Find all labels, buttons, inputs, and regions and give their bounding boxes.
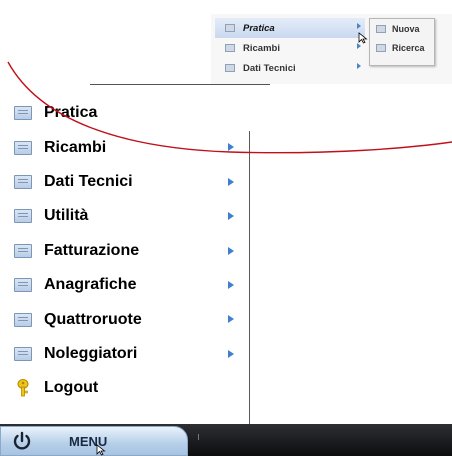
menu-item-dati-tecnici[interactable]: Dati Tecnici xyxy=(0,165,250,199)
chevron-right-icon xyxy=(357,23,361,29)
chevron-right-icon xyxy=(228,246,234,255)
inset-menu: Pratica Ricambi Dati Tecnici xyxy=(215,18,368,78)
mouse-cursor-icon xyxy=(358,32,368,44)
menu-item-icon xyxy=(225,24,235,32)
inset-item-label: Ricambi xyxy=(243,42,280,54)
inset-submenu-label: Ricerca xyxy=(392,42,425,53)
inset-item-label: Dati Tecnici xyxy=(243,62,296,74)
chevron-right-icon xyxy=(228,177,234,186)
menu-item-label: Noleggiatori xyxy=(44,344,138,362)
menu-item-logout[interactable]: Logout xyxy=(0,371,250,405)
menu-item-noleggiatori[interactable]: Noleggiatori xyxy=(0,337,250,371)
taskbar-separator xyxy=(198,434,199,440)
inset-divider xyxy=(90,84,270,85)
menu-item-label: Dati Tecnici xyxy=(44,172,133,190)
menu-item-utilita[interactable]: Utilità xyxy=(0,199,250,233)
chevron-right-icon xyxy=(228,315,234,324)
key-icon xyxy=(17,379,29,397)
menu-item-fatturazione[interactable]: Fatturazione xyxy=(0,234,250,268)
chevron-right-icon xyxy=(228,349,234,358)
inset-submenu-item-nuova[interactable]: Nuova xyxy=(370,19,434,38)
chevron-right-icon xyxy=(228,212,234,221)
inset-submenu: Nuova Ricerca xyxy=(369,18,435,66)
chevron-right-icon xyxy=(228,280,234,289)
menu-item-ricambi[interactable]: Ricambi xyxy=(0,130,250,164)
inset-item-label: Pratica xyxy=(243,22,275,34)
menu-item-icon xyxy=(14,174,32,189)
inset-item-dati-tecnici[interactable]: Dati Tecnici xyxy=(215,58,365,78)
menu-item-label: Fatturazione xyxy=(44,241,140,259)
menu-item-label: Utilità xyxy=(44,207,89,225)
menu-item-icon xyxy=(225,64,235,72)
menu-item-anagrafiche[interactable]: Anagrafiche xyxy=(0,268,250,302)
menu-item-pratica[interactable]: Pratica xyxy=(0,96,250,130)
menu-item-label: Anagrafiche xyxy=(44,276,137,294)
menu-item-icon xyxy=(14,278,32,293)
menu-item-label: Logout xyxy=(44,379,99,397)
power-icon xyxy=(13,431,31,450)
menu-item-icon xyxy=(14,243,32,258)
taskbar: MENU xyxy=(0,424,452,456)
menu-item-icon xyxy=(225,44,235,52)
mouse-cursor-icon xyxy=(96,444,106,456)
menu-item-icon xyxy=(376,24,386,33)
start-menu: Pratica Ricambi Dati Tecnici Utilità Fat… xyxy=(0,96,250,406)
menu-item-icon xyxy=(376,43,386,52)
inset-submenu-label: Nuova xyxy=(392,23,420,34)
zoom-inset: Pratica Ricambi Dati Tecnici Nuova Ricer… xyxy=(211,14,452,84)
inset-submenu-item-ricerca[interactable]: Ricerca xyxy=(370,38,434,57)
chevron-right-icon xyxy=(357,63,361,69)
inset-item-pratica[interactable]: Pratica xyxy=(215,18,365,38)
inset-item-ricambi[interactable]: Ricambi xyxy=(215,38,365,58)
menu-item-label: Ricambi xyxy=(44,138,107,156)
menu-item-label: Pratica xyxy=(44,104,98,122)
menu-item-icon xyxy=(14,140,32,155)
menu-item-quattroruote[interactable]: Quattroruote xyxy=(0,302,250,336)
menu-divider xyxy=(249,131,250,425)
menu-item-icon xyxy=(14,312,32,327)
start-menu-button[interactable]: MENU xyxy=(0,426,188,456)
menu-item-icon xyxy=(14,346,32,361)
chevron-right-icon xyxy=(228,143,234,152)
menu-item-label: Quattroruote xyxy=(44,310,142,328)
menu-item-icon xyxy=(14,106,32,121)
menu-item-icon xyxy=(14,209,32,224)
